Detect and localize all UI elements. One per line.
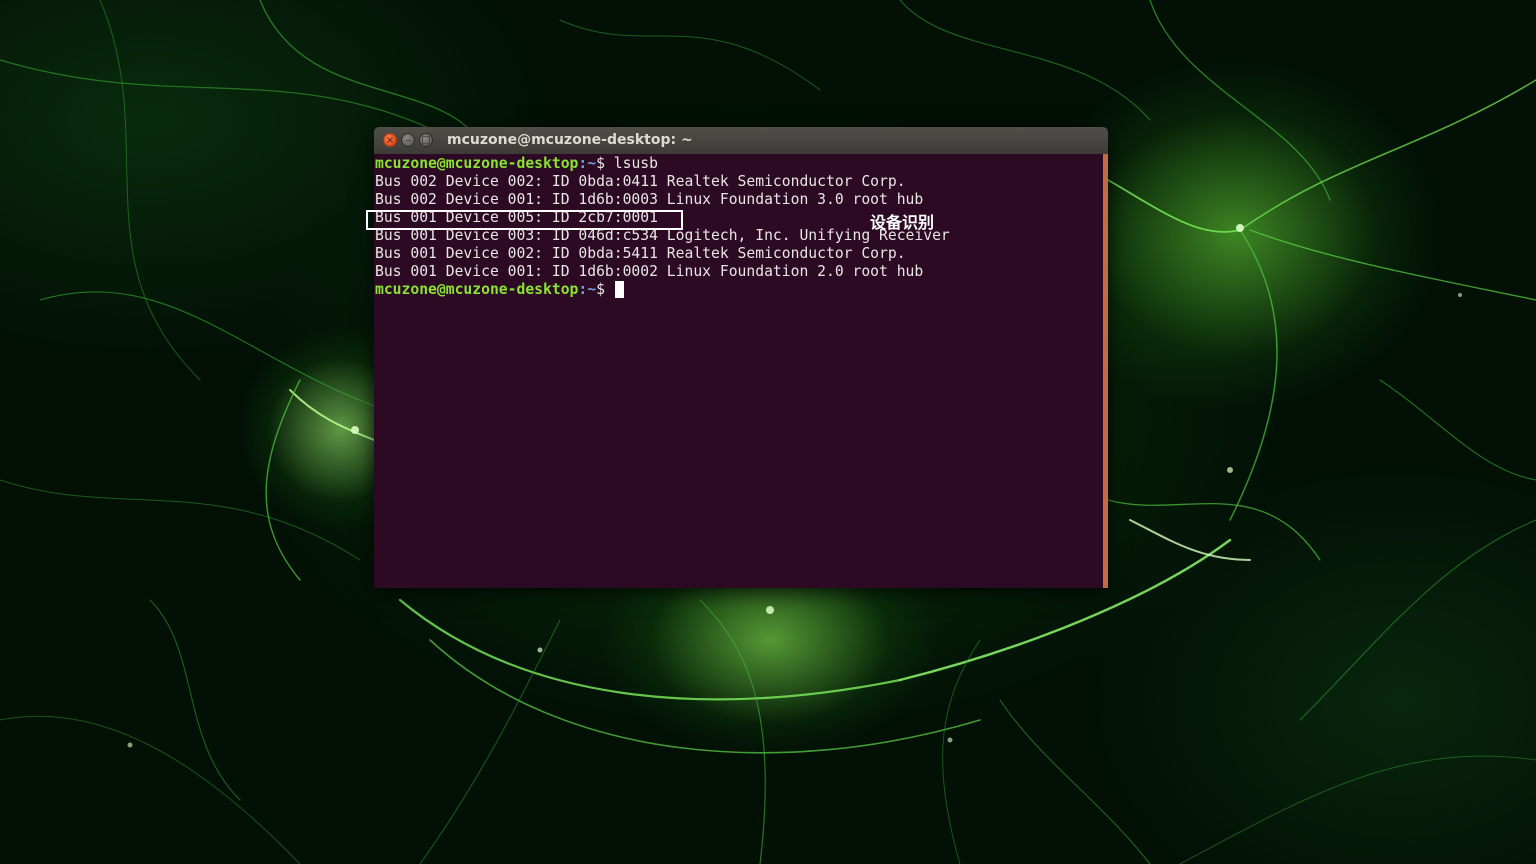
final-prompt-line[interactable]: mcuzone@mcuzone-desktop:~$ (375, 281, 624, 299)
close-button[interactable]: × (383, 133, 397, 147)
prompt-path: :~ (578, 155, 597, 172)
output-line: Bus 002 Device 002: ID 0bda:0411 Realtek… (375, 173, 906, 190)
terminal-window[interactable]: × – □ mcuzone@mcuzone-desktop: ~ mcuzone… (374, 127, 1108, 588)
command-text: lsusb (604, 155, 658, 172)
close-icon: × (385, 135, 395, 146)
output-line: Bus 001 Device 003: ID 046d:c534 Logitec… (375, 227, 950, 244)
terminal-body[interactable]: mcuzone@mcuzone-desktop:~$ lsusb Bus 002… (374, 154, 1103, 588)
output-line: Bus 001 Device 005: ID 2cb7:0001 (375, 209, 658, 226)
prompt-sign: $ (596, 281, 614, 298)
output-line: Bus 001 Device 002: ID 0bda:5411 Realtek… (375, 245, 906, 262)
prompt-user: mcuzone@mcuzone-desktop (375, 155, 579, 172)
output-line: Bus 001 Device 001: ID 1d6b:0002 Linux F… (375, 263, 924, 280)
window-title: mcuzone@mcuzone-desktop: ~ (447, 132, 693, 148)
annotation-label: 设备识别 (870, 213, 935, 232)
text-cursor (614, 281, 624, 298)
maximize-button[interactable]: □ (419, 133, 433, 147)
command-line: mcuzone@mcuzone-desktop:~$ lsusb (375, 155, 658, 173)
minimize-button[interactable]: – (401, 133, 415, 147)
minimize-icon: – (405, 135, 411, 146)
output-line: Bus 002 Device 001: ID 1d6b:0003 Linux F… (375, 191, 924, 208)
window-titlebar[interactable]: × – □ mcuzone@mcuzone-desktop: ~ (374, 127, 1108, 154)
window-border-accent (1103, 154, 1108, 588)
prompt-sign: $ (596, 155, 605, 172)
maximize-icon: □ (421, 135, 431, 146)
prompt-user: mcuzone@mcuzone-desktop (375, 281, 579, 298)
prompt-path: :~ (578, 281, 597, 298)
